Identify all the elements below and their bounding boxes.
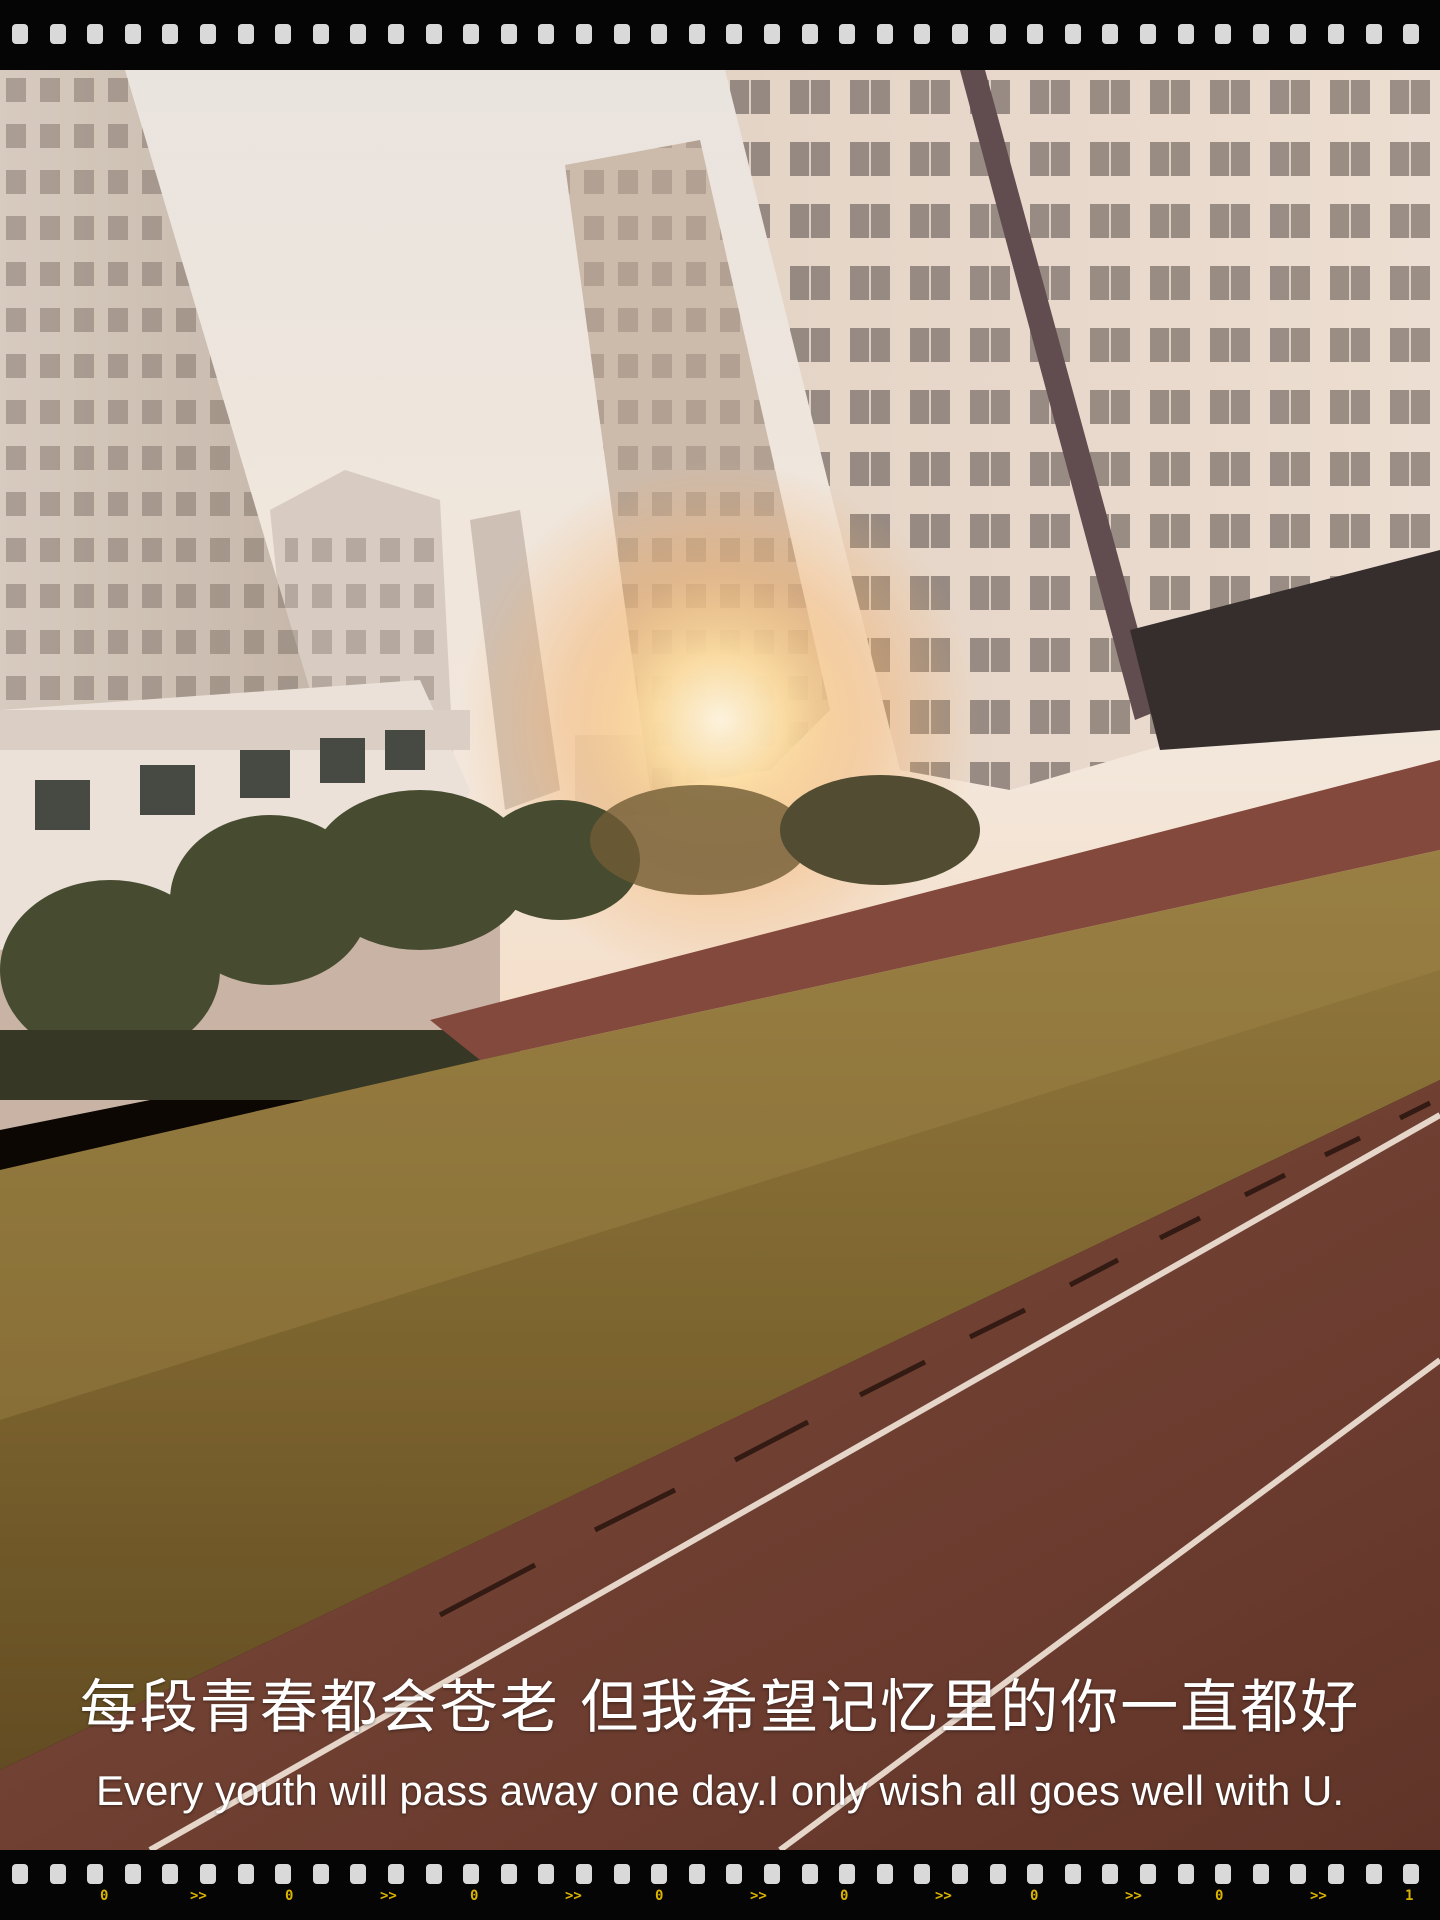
film-perforation bbox=[538, 24, 555, 44]
frame-marker: 0 bbox=[470, 1888, 479, 1904]
frame-marker: >> bbox=[190, 1888, 207, 1904]
film-perforation bbox=[1252, 1864, 1269, 1884]
film-perforation bbox=[1365, 1864, 1382, 1884]
frame-marker: >> bbox=[380, 1888, 397, 1904]
film-perforation bbox=[87, 1864, 104, 1884]
film-perforation bbox=[801, 1864, 818, 1884]
film-perforation bbox=[350, 24, 367, 44]
film-perforation bbox=[162, 24, 179, 44]
caption-chinese: 每段青春都会苍老 但我希望记忆里的你一直都好 bbox=[79, 1673, 1361, 1741]
film-perforation bbox=[876, 24, 893, 44]
film-perforation bbox=[688, 1864, 705, 1884]
frame-marker: 0 bbox=[655, 1888, 664, 1904]
film-perforation bbox=[1290, 24, 1307, 44]
film-perforation bbox=[764, 1864, 780, 1884]
film-perforation bbox=[1064, 24, 1081, 44]
film-perforation bbox=[1027, 24, 1044, 44]
film-perforation bbox=[1403, 1864, 1420, 1884]
film-perforation bbox=[1252, 24, 1269, 44]
film-perforation bbox=[801, 24, 818, 44]
film-perforation bbox=[952, 1864, 968, 1884]
film-strip-bottom: 0 >> 0 >> 0 >> 0 >> 0 >> 0 >> 0 >> 1 bbox=[0, 1850, 1440, 1920]
film-perforation bbox=[726, 1864, 743, 1884]
frame-marker: >> bbox=[750, 1888, 767, 1904]
frame-marker: 0 bbox=[1030, 1888, 1039, 1904]
film-perforation bbox=[162, 1864, 179, 1884]
film-perforation bbox=[1215, 1864, 1232, 1884]
film-perforation bbox=[764, 24, 780, 44]
film-perforation bbox=[425, 1864, 442, 1884]
film-perforation bbox=[12, 24, 28, 44]
film-perforation bbox=[613, 1864, 630, 1884]
film-perforation bbox=[200, 24, 216, 44]
film-perforation bbox=[312, 24, 329, 44]
film-perforation bbox=[1328, 24, 1344, 44]
film-perforation bbox=[388, 1864, 404, 1884]
film-perforation bbox=[839, 24, 856, 44]
film-perforation bbox=[463, 24, 480, 44]
film-perforation bbox=[1102, 24, 1119, 44]
film-perforation bbox=[576, 1864, 592, 1884]
film-perforation bbox=[350, 1864, 367, 1884]
film-perforation bbox=[312, 1864, 329, 1884]
film-perforation bbox=[1328, 1864, 1344, 1884]
frame-marker: 0 bbox=[1215, 1888, 1224, 1904]
film-perforation bbox=[237, 1864, 254, 1884]
film-perforation bbox=[914, 24, 931, 44]
film-perforation bbox=[1064, 1864, 1081, 1884]
film-perforation bbox=[876, 1864, 893, 1884]
film-perforation bbox=[1140, 1864, 1156, 1884]
film-perforation bbox=[613, 24, 630, 44]
film-perforation bbox=[1365, 24, 1382, 44]
film-perforation bbox=[839, 1864, 856, 1884]
film-perforation bbox=[200, 1864, 216, 1884]
film-perforation bbox=[49, 24, 66, 44]
film-perforation bbox=[1403, 24, 1420, 44]
frame-marker: 1 bbox=[1405, 1888, 1414, 1904]
film-perforation bbox=[463, 1864, 480, 1884]
film-perforation bbox=[1177, 24, 1194, 44]
film-perforation bbox=[500, 1864, 517, 1884]
film-perforation bbox=[12, 1864, 28, 1884]
film-strip-top bbox=[0, 0, 1440, 70]
film-perforation bbox=[989, 24, 1006, 44]
caption-english: Every youth will pass away one day.I onl… bbox=[95, 1767, 1345, 1814]
film-perforation bbox=[275, 24, 292, 44]
film-perforation bbox=[49, 1864, 66, 1884]
frame-marker: 0 bbox=[840, 1888, 849, 1904]
film-perforation bbox=[576, 24, 592, 44]
film-perforation bbox=[425, 24, 442, 44]
film-perforation bbox=[87, 24, 104, 44]
frame-marker: 0 bbox=[100, 1888, 109, 1904]
film-perforation bbox=[1290, 1864, 1307, 1884]
film-perforation bbox=[1177, 1864, 1194, 1884]
film-frame: 每段青春都会苍老 但我希望记忆里的你一直都好 Every youth will … bbox=[0, 0, 1440, 1920]
frame-marker: >> bbox=[1310, 1888, 1327, 1904]
frame-marker: >> bbox=[565, 1888, 582, 1904]
film-perforation bbox=[124, 1864, 141, 1884]
frame-marker: >> bbox=[1125, 1888, 1142, 1904]
film-perforation bbox=[124, 24, 141, 44]
film-perforation bbox=[688, 24, 705, 44]
photo-scene bbox=[0, 70, 1440, 1850]
film-perforation bbox=[989, 1864, 1006, 1884]
campus-sunset-photo bbox=[0, 70, 1440, 1850]
film-perforation bbox=[1102, 1864, 1119, 1884]
film-perforation bbox=[500, 24, 517, 44]
film-perforation bbox=[651, 1864, 668, 1884]
film-perforation bbox=[1215, 24, 1232, 44]
frame-marker: >> bbox=[935, 1888, 952, 1904]
film-perforation bbox=[275, 1864, 292, 1884]
film-perforation bbox=[538, 1864, 555, 1884]
film-perforation bbox=[1027, 1864, 1044, 1884]
frame-marker: 0 bbox=[285, 1888, 294, 1904]
film-perforation bbox=[914, 1864, 931, 1884]
film-perforation bbox=[726, 24, 743, 44]
film-perforation bbox=[237, 24, 254, 44]
film-perforation bbox=[1140, 24, 1156, 44]
film-perforation bbox=[952, 24, 968, 44]
film-perforation bbox=[651, 24, 668, 44]
film-perforation bbox=[388, 24, 404, 44]
